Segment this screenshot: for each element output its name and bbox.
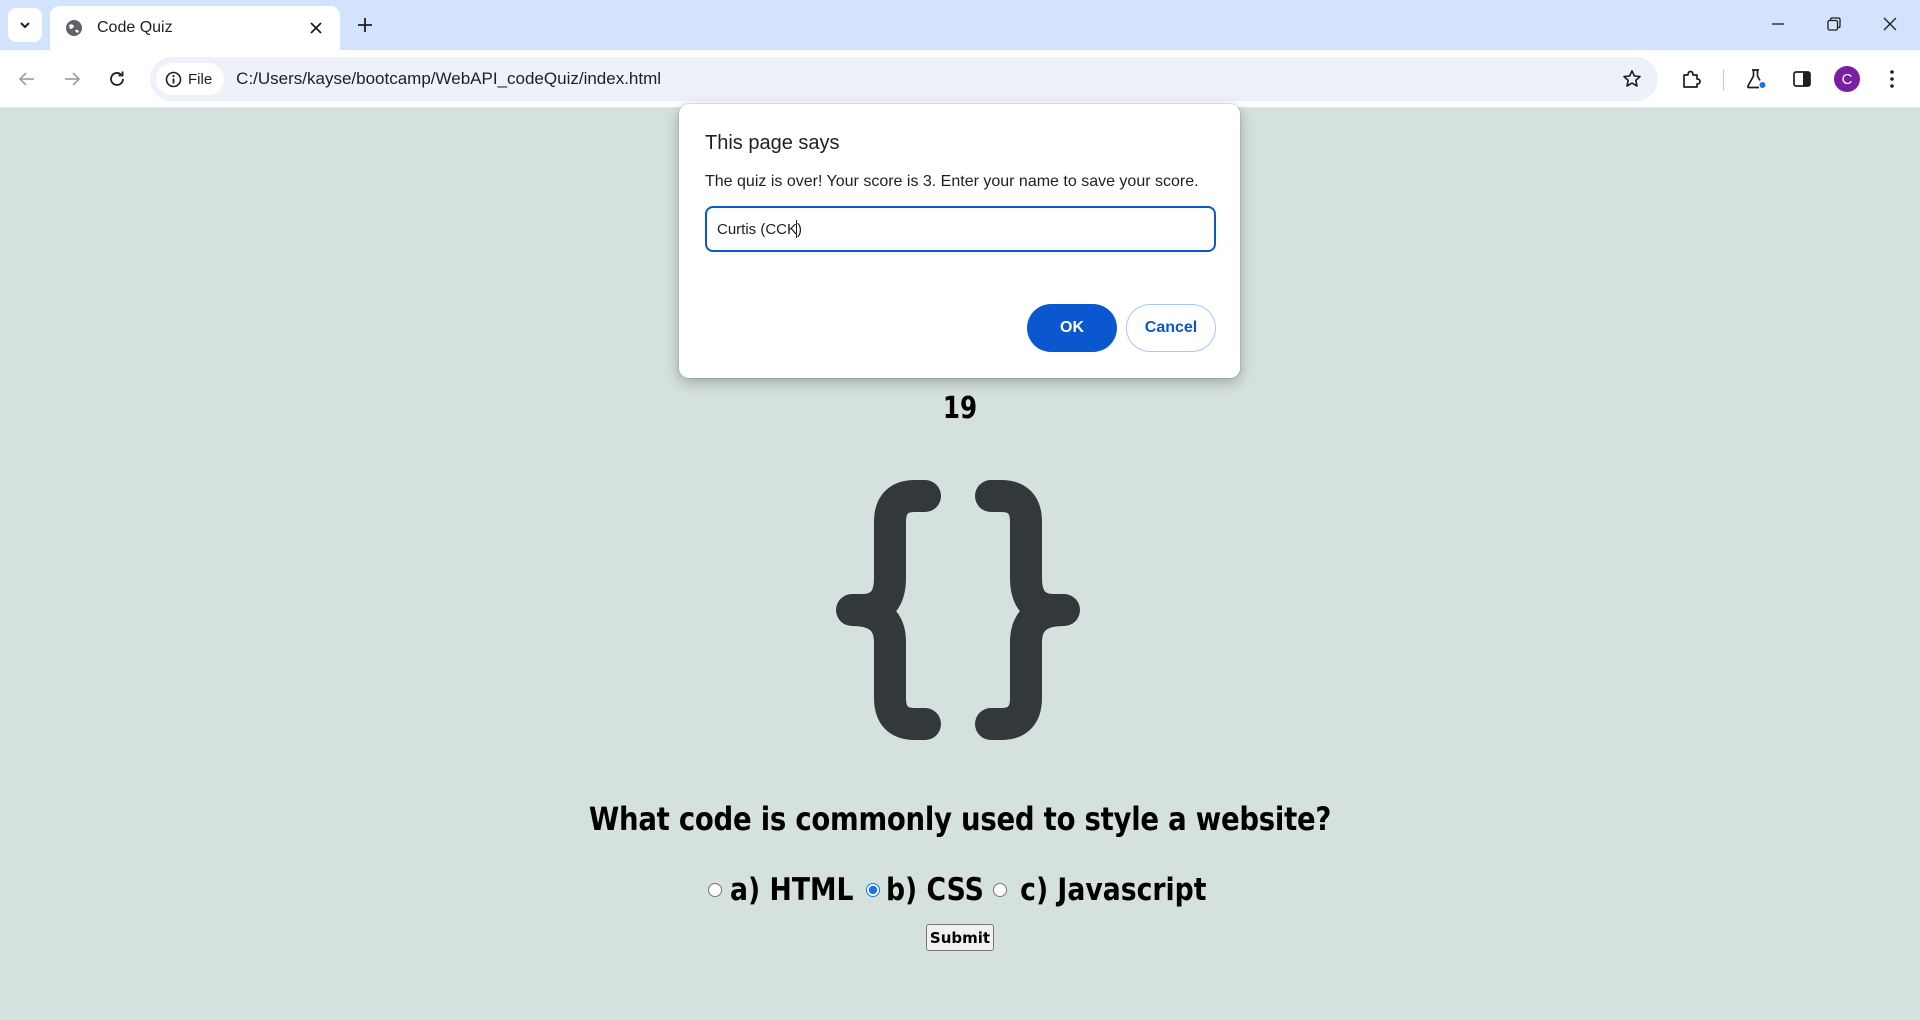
forward-button[interactable] (54, 61, 90, 97)
labs-button[interactable] (1738, 61, 1774, 97)
close-window-button[interactable] (1862, 4, 1918, 44)
answer-label-a: a) HTML (730, 872, 854, 908)
submit-button[interactable]: Submit (926, 924, 994, 951)
extensions-button[interactable] (1673, 61, 1709, 97)
cancel-button[interactable]: Cancel (1126, 304, 1216, 352)
address-bar[interactable]: File C:/Users/kayse/bootcamp/WebAPI_code… (150, 57, 1658, 101)
avatar: C (1834, 66, 1860, 92)
tab-code-quiz[interactable]: Code Quiz (50, 6, 340, 50)
answer-radio-b[interactable] (865, 883, 880, 897)
forward-icon (65, 72, 81, 86)
kebab-menu-icon (1890, 70, 1894, 88)
close-icon (1883, 17, 1897, 31)
quiz-question: What code is commonly used to style a we… (588, 800, 1332, 838)
tab-close-button[interactable] (304, 16, 328, 40)
dialog-message: The quiz is over! Your score is 3. Enter… (705, 173, 1199, 190)
restore-icon (1827, 17, 1841, 31)
answer-option-b[interactable]: b) CSS (860, 872, 988, 908)
curly-braces-icon (836, 480, 1080, 740)
countdown-timer: 19 (942, 391, 978, 426)
extensions-icon (1683, 70, 1701, 88)
name-input[interactable] (705, 206, 1216, 252)
tab-title: Code Quiz (97, 19, 173, 36)
info-icon (165, 71, 182, 87)
menu-button[interactable] (1874, 61, 1910, 97)
text-caret (796, 220, 797, 238)
tab-search-button[interactable] (8, 8, 42, 42)
bookmark-button[interactable] (1612, 59, 1652, 99)
globe-icon (66, 20, 82, 36)
browser-toolbar: File C:/Users/kayse/bootcamp/WebAPI_code… (0, 50, 1920, 108)
new-tab-button[interactable] (350, 10, 380, 40)
star-icon (1623, 70, 1641, 87)
prompt-dialog: This page says The quiz is over! Your sc… (679, 104, 1240, 378)
side-panel-icon (1793, 71, 1811, 87)
ok-button[interactable]: OK (1027, 304, 1117, 352)
back-icon (18, 72, 34, 86)
tab-search-icon (20, 22, 30, 29)
answer-radio-c[interactable] (993, 883, 1008, 897)
back-button[interactable] (9, 61, 45, 97)
answer-options: a) HTML b) CSS c) Javascript (0, 872, 1920, 908)
close-icon (310, 22, 322, 34)
file-chip-label: File (188, 70, 213, 88)
answer-label-c: c) Javascript (1020, 872, 1207, 908)
url-text[interactable]: C:/Users/kayse/bootcamp/WebAPI_codeQuiz/… (236, 69, 1612, 89)
answer-radio-a[interactable] (708, 883, 722, 897)
side-panel-button[interactable] (1784, 61, 1820, 97)
answer-option-c[interactable]: c) Javascript (987, 872, 1218, 908)
minimize-button[interactable] (1750, 4, 1806, 44)
profile-button[interactable]: C (1829, 61, 1865, 97)
reload-icon (110, 71, 124, 86)
dialog-title: This page says (705, 132, 840, 154)
answer-option-a[interactable]: a) HTML (702, 872, 860, 908)
tab-strip: Code Quiz (0, 0, 1920, 50)
labs-flask-icon (1747, 69, 1766, 89)
toolbar-separator (1723, 69, 1724, 91)
reload-button[interactable] (99, 61, 135, 97)
minimize-icon (1772, 23, 1784, 25)
restore-button[interactable] (1806, 4, 1862, 44)
plus-icon (358, 18, 372, 32)
answer-label-b: b) CSS (885, 872, 984, 908)
site-info-chip[interactable]: File (156, 63, 225, 95)
